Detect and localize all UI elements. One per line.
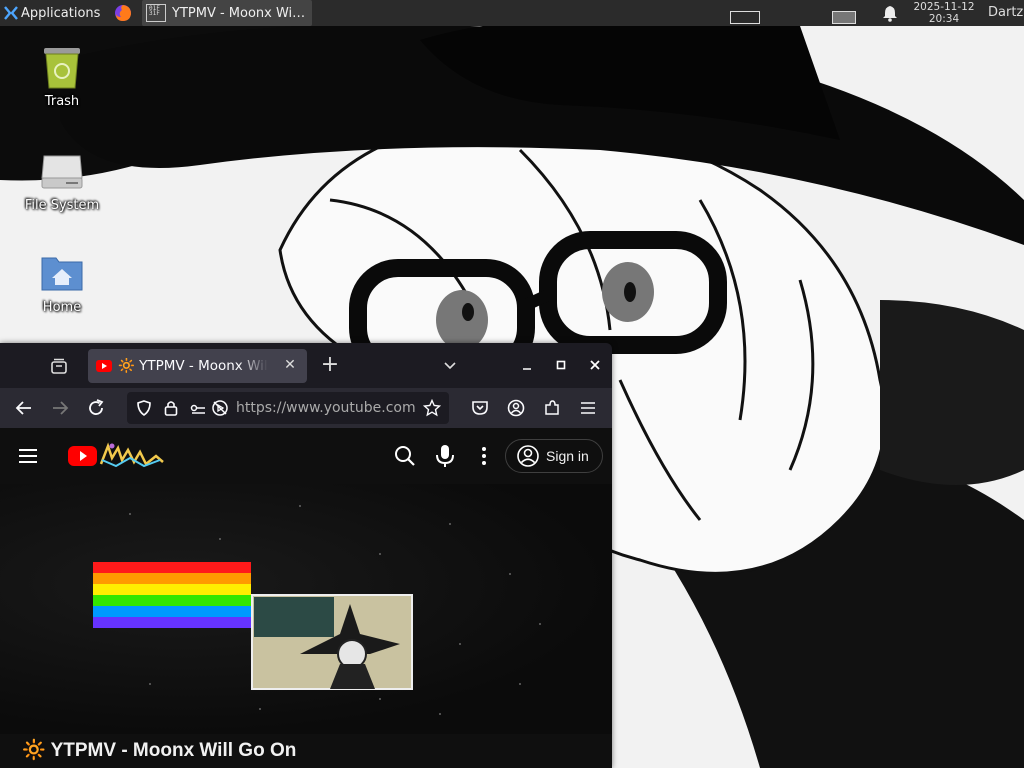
firefox-window: 🔆 YTPMV - Moonx Will Go On ✕ + <box>0 343 612 768</box>
applications-label: Applications <box>21 5 101 21</box>
video-title[interactable]: 🔆 YTPMV - Moonx Will Go On <box>22 738 296 762</box>
tab-bar: 🔆 YTPMV - Moonx Will Go On ✕ + <box>0 343 612 388</box>
desktop-icon-file-system[interactable]: File System <box>18 148 106 213</box>
terminal-app-icon: 01F 31F <box>146 4 166 22</box>
workspace-2[interactable] <box>832 11 856 24</box>
video-frame <box>93 505 541 715</box>
youtube-favicon-icon <box>96 360 112 372</box>
extensions-icon[interactable] <box>542 398 562 418</box>
firefox-view-icon[interactable] <box>50 357 68 375</box>
navigation-bar: https://www.youtube.com <box>0 388 612 428</box>
user-menu[interactable]: Dartz <box>988 5 1023 20</box>
trash-icon <box>38 44 86 92</box>
tab-youtube[interactable]: 🔆 YTPMV - Moonx Will Go On ✕ <box>88 349 307 383</box>
minimize-icon[interactable] <box>519 357 535 373</box>
desktop-icon-home[interactable]: Home <box>18 250 106 315</box>
reload-icon[interactable] <box>86 398 106 418</box>
maximize-icon[interactable] <box>553 357 569 373</box>
search-icon[interactable] <box>393 444 417 468</box>
notification-bell-icon[interactable] <box>880 4 900 22</box>
permissions-icon[interactable] <box>189 399 207 417</box>
youtube-logo-icon <box>68 442 164 468</box>
tab-title: 🔆 YTPMV - Moonx Will Go On <box>118 358 268 374</box>
close-icon[interactable] <box>587 357 603 373</box>
taskbar-window-title: YTPMV - Moonx Wil... <box>172 5 308 21</box>
top-panel: Applications 01F 31F YTPMV - Moonx Wil..… <box>0 0 1024 26</box>
desktop-icon-label: Home <box>42 300 82 315</box>
bookmark-star-icon[interactable] <box>423 399 441 417</box>
xfce-logo-icon <box>4 6 18 20</box>
youtube-logo[interactable] <box>68 440 168 472</box>
rainbow-trail <box>93 562 251 628</box>
shield-icon[interactable] <box>135 399 153 417</box>
hard-drive-icon <box>38 148 86 196</box>
desktop-icon-label: Trash <box>44 94 80 109</box>
firefox-launcher[interactable] <box>110 0 136 26</box>
video-player[interactable] <box>0 484 612 734</box>
autoplay-blocked-icon[interactable] <box>211 399 229 417</box>
tab-close-icon[interactable]: ✕ <box>283 358 297 372</box>
guide-menu-icon[interactable] <box>17 445 39 467</box>
account-circle-icon <box>517 445 539 467</box>
chevron-down-icon[interactable] <box>442 357 458 373</box>
workspace-1[interactable] <box>730 11 760 24</box>
desktop-icon-label: File System <box>24 198 100 213</box>
pocket-icon[interactable] <box>470 398 490 418</box>
youtube-header: Sign in <box>0 428 612 484</box>
clock-date: 2025-11-12 <box>913 1 975 13</box>
sign-in-label: Sign in <box>546 448 589 464</box>
microphone-icon[interactable] <box>434 443 456 469</box>
lock-icon[interactable] <box>163 399 179 417</box>
hamburger-menu-icon[interactable] <box>578 398 598 418</box>
more-options-icon[interactable] <box>476 445 492 467</box>
home-folder-icon <box>38 250 86 298</box>
account-icon[interactable] <box>506 398 526 418</box>
url-text: https://www.youtube.com <box>236 400 416 416</box>
desktop-icon-trash[interactable]: Trash <box>18 44 106 109</box>
firefox-icon <box>115 5 131 21</box>
sign-in-button[interactable]: Sign in <box>505 439 603 473</box>
taskbar-window-button[interactable]: 01F 31F YTPMV - Moonx Wil... <box>142 0 312 26</box>
clock-time: 20:34 <box>928 13 960 25</box>
back-arrow-icon[interactable] <box>14 398 34 418</box>
clock[interactable]: 2025-11-12 20:34 <box>904 1 984 25</box>
url-bar[interactable]: https://www.youtube.com <box>127 392 449 424</box>
forward-arrow-icon[interactable] <box>50 398 70 418</box>
new-tab-icon[interactable]: + <box>320 354 340 376</box>
applications-menu-button[interactable]: Applications <box>0 0 110 26</box>
